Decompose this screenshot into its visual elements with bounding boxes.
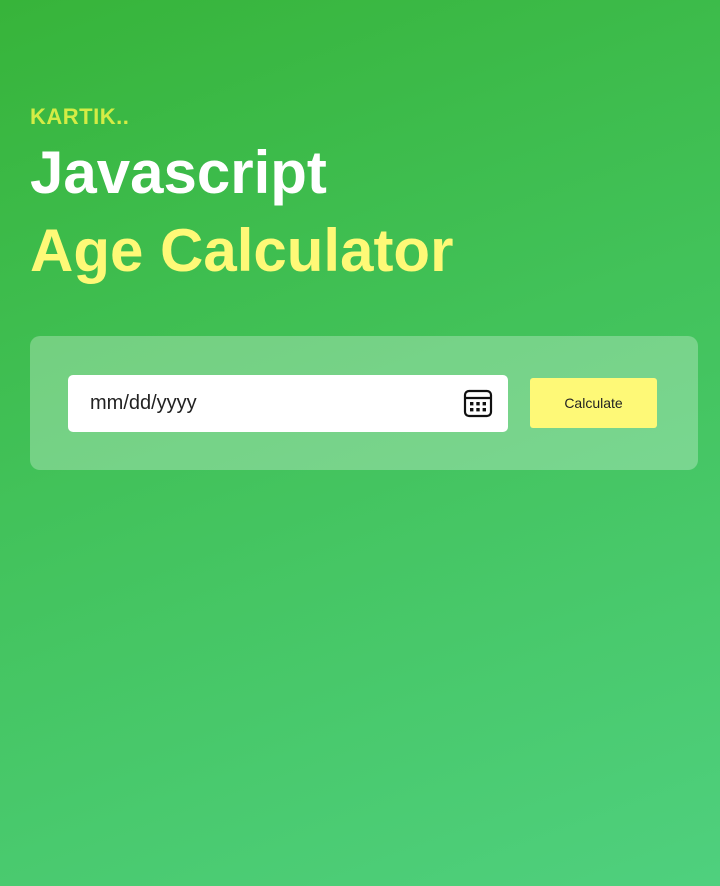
- calculator-card: mm/dd/yyyy Calculate: [30, 336, 698, 470]
- date-field-placeholder: mm/dd/yyyy: [90, 392, 197, 414]
- page-title-line1: Javascript: [30, 139, 327, 206]
- calendar-icon[interactable]: [462, 387, 494, 419]
- date-field[interactable]: mm/dd/yyyy: [68, 375, 508, 432]
- page-title-line2: Age Calculator: [30, 217, 454, 284]
- brand-label: KARTIK..: [30, 104, 130, 129]
- header-section: KARTIK.. Javascript Age Calculator: [30, 100, 698, 290]
- calculate-button[interactable]: Calculate: [530, 378, 657, 428]
